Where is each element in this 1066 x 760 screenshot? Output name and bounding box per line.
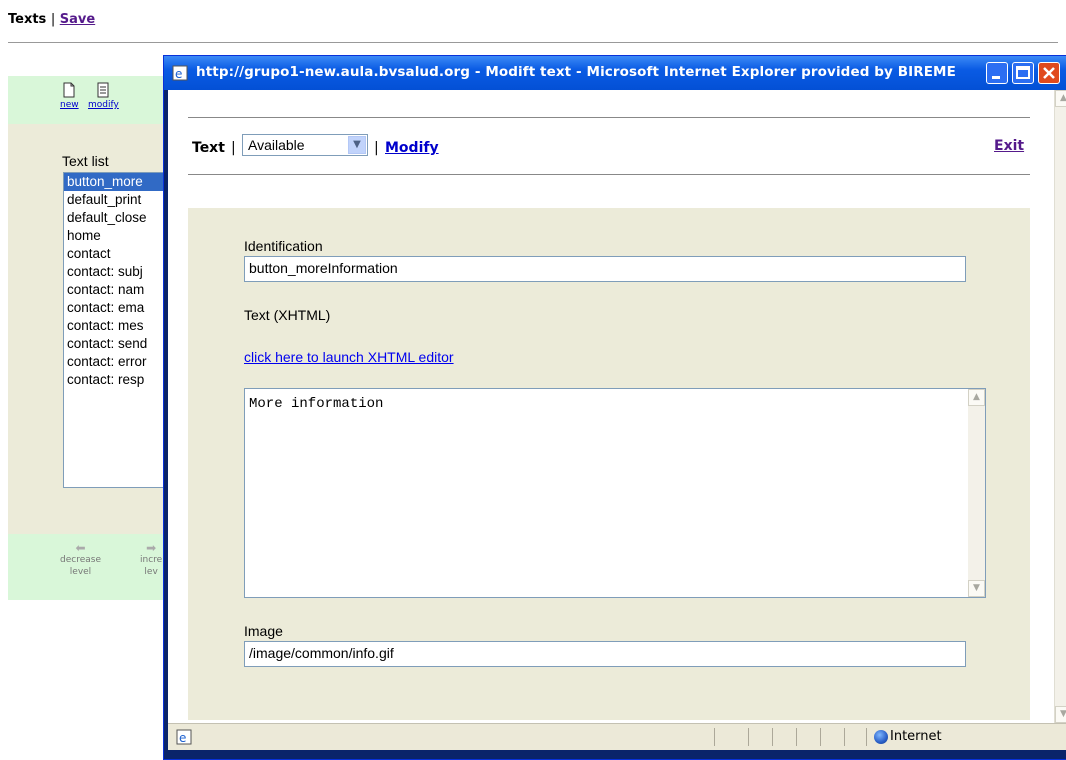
text-xhtml-label: Text (XHTML) [244,307,331,323]
edit-form: Identification button_moreInformation Te… [188,208,1030,720]
minimize-icon [992,76,1000,79]
increase-level-label-1: incre [140,555,163,565]
close-icon [1043,67,1055,79]
toolbar: new modify [8,76,168,124]
increase-level-label-2: lev [144,567,158,577]
page-header: Texts | Save [8,12,95,27]
status-divider [866,728,867,746]
identification-input[interactable]: button_moreInformation [244,256,966,282]
list-item[interactable]: home [64,227,174,245]
xhtml-editor-link[interactable]: click here to launch XHTML editor [244,349,454,365]
decrease-level-label-1: decrease [60,555,101,565]
modify-button[interactable]: modify [88,82,119,110]
modify-link[interactable]: Modify [385,140,439,156]
list-item[interactable]: contact: subj [64,263,174,281]
list-item[interactable]: contact: ema [64,299,174,317]
security-zone-label: Internet [890,729,942,744]
browser-window: e http://grupo1-new.aula.bvsalud.org - M… [163,55,1066,760]
window-scrollbar[interactable]: ▲ ▼ [1054,90,1066,723]
top-divider [188,117,1030,118]
status-divider [844,728,845,746]
list-item[interactable]: default_print [64,191,174,209]
decrease-level-button[interactable]: ⬅ decrease level [60,542,101,578]
list-item[interactable]: contact: mes [64,317,174,335]
image-input[interactable]: /image/common/info.gif [244,641,966,667]
scroll-up-icon[interactable]: ▲ [968,389,985,406]
decrease-level-label-2: level [69,567,92,577]
window-content: Text | Available ▼ | Modify Exit Identif… [168,90,1066,723]
edit-document-icon [97,82,109,98]
status-divider [820,728,821,746]
list-item[interactable]: contact: error [64,353,174,371]
text-label: Text [192,140,225,156]
modify-link[interactable]: modify [88,100,119,110]
header-separator: | [50,12,56,27]
svg-text:e: e [179,731,186,745]
text-content-area[interactable]: More information ▲ ▼ [244,388,986,598]
list-item[interactable]: contact: nam [64,281,174,299]
header-divider [188,174,1030,175]
maximize-button[interactable] [1012,62,1034,84]
close-button[interactable] [1038,62,1060,84]
maximize-icon [1016,66,1030,79]
status-divider [748,728,749,746]
page-title: Texts [8,12,47,27]
increase-level-button[interactable]: ➡ incre lev [140,542,162,578]
list-item[interactable]: contact: resp [64,371,174,389]
arrow-left-icon: ⬅ [75,541,86,555]
ie-page-icon: e [172,65,188,81]
textarea-scrollbar[interactable]: ▲ ▼ [968,389,985,597]
text-content-value: More information [249,396,384,412]
chevron-down-icon[interactable]: ▼ [348,136,366,154]
status-divider [796,728,797,746]
ie-page-icon: e [176,729,192,745]
scroll-up-icon[interactable]: ▲ [1055,90,1066,107]
header-divider [8,42,1058,43]
status-divider [772,728,773,746]
scroll-down-icon[interactable]: ▼ [968,580,985,597]
list-item[interactable]: default_close [64,209,174,227]
exit-link[interactable]: Exit [994,138,1024,154]
status-select[interactable]: Available ▼ [242,134,368,156]
window-titlebar[interactable]: e http://grupo1-new.aula.bvsalud.org - M… [164,56,1066,90]
list-item[interactable]: contact [64,245,174,263]
globe-icon [874,730,888,744]
list-item[interactable]: button_more [64,173,174,191]
identification-label: Identification [244,238,323,254]
new-button[interactable]: new [60,82,79,110]
minimize-button[interactable] [986,62,1008,84]
level-bar: ⬅ decrease level ➡ incre lev [8,534,168,600]
new-link[interactable]: new [60,100,79,110]
text-separator: | [231,140,236,156]
save-link[interactable]: Save [60,12,95,27]
text-list-label: Text list [62,153,109,169]
image-label: Image [244,623,283,639]
status-bar: e Internet [168,723,1066,750]
modify-separator: | [374,140,379,156]
list-item[interactable]: contact: send [64,335,174,353]
text-list[interactable]: button_more default_print default_close hom… [63,172,175,488]
status-select-value: Available [248,137,305,153]
window-title: http://grupo1-new.aula.bvsalud.org - Mod… [196,64,956,80]
status-divider [714,728,715,746]
scroll-down-icon[interactable]: ▼ [1055,706,1066,723]
arrow-right-icon: ➡ [146,541,157,555]
svg-text:e: e [175,67,182,81]
new-document-icon [63,82,75,98]
